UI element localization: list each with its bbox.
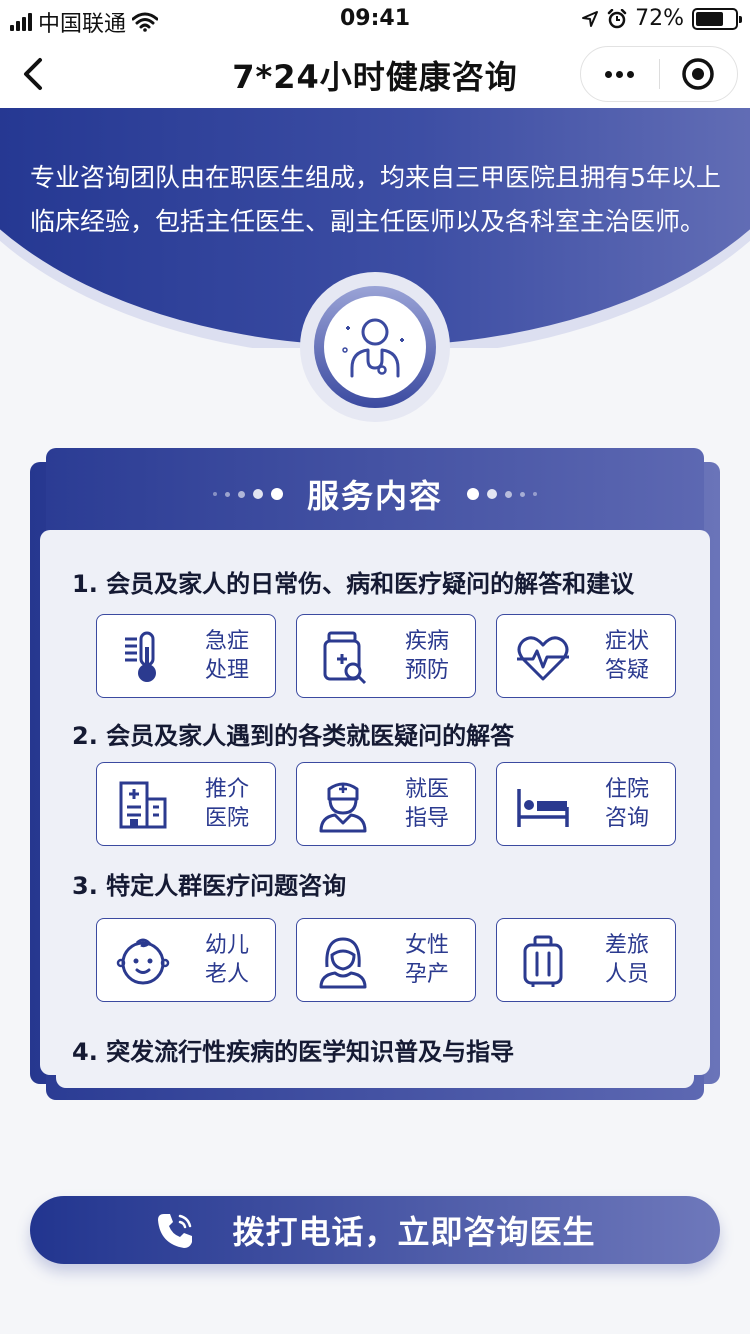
- service-tile-hospital[interactable]: 推介 医院: [96, 762, 276, 846]
- hospital-icon: [119, 781, 167, 829]
- dot: [616, 70, 624, 78]
- tile-label: 疾病 预防: [404, 629, 449, 683]
- medicine-bottle-icon: [323, 631, 367, 685]
- hero-description: 专业咨询团队由在职医生组成，均来自三甲医院且拥有5年以上临床经验，包括主任医生、…: [30, 163, 721, 236]
- section-heading-1: 1. 会员及家人的日常伤、病和医疗疑问的解答和建议: [72, 570, 635, 598]
- tile-label: 差旅 人员: [604, 933, 649, 987]
- woman-icon: [319, 937, 367, 989]
- close-button[interactable]: [660, 47, 738, 101]
- right-dots: [467, 488, 537, 500]
- section-heading-4: 4. 突发流行性疾病的医学知识普及与指导: [72, 1038, 515, 1066]
- phone-icon: [158, 1214, 193, 1248]
- card-header: 服务内容: [46, 456, 704, 532]
- battery-percent: 72%: [635, 6, 684, 31]
- doctor-avatar: [300, 272, 450, 422]
- service-tile-prevention[interactable]: 疾病 预防: [296, 614, 476, 698]
- tile-label: 就医 指导: [404, 777, 449, 831]
- more-button[interactable]: [581, 47, 659, 101]
- tile-label: 症状 答疑: [604, 629, 649, 683]
- call-doctor-button[interactable]: 拨打电话，立即咨询医生: [30, 1196, 720, 1264]
- avatar-ring: [314, 286, 436, 408]
- mini-program-capsule: [580, 46, 738, 102]
- thermometer-icon: [125, 631, 156, 682]
- tile-label: 住院 咨询: [604, 777, 649, 831]
- tile-label: 女性 孕产: [404, 933, 449, 987]
- battery-level: [696, 11, 724, 26]
- heartbeat-icon: [517, 636, 569, 681]
- status-right: 72%: [581, 6, 742, 31]
- bed-icon: [517, 789, 569, 827]
- section-heading-2: 2. 会员及家人遇到的各类就医疑问的解答: [72, 722, 515, 750]
- tile-label: 急症 处理: [204, 629, 249, 683]
- card-body-bottom: [56, 1070, 694, 1088]
- alarm-icon: [607, 8, 627, 28]
- luggage-icon: [523, 935, 563, 987]
- nav-bar: 7*24小时健康咨询: [0, 40, 750, 108]
- service-tile-travelers[interactable]: 差旅 人员: [496, 918, 676, 1002]
- tile-label: 幼儿 老人: [204, 933, 249, 987]
- baby-icon: [116, 938, 170, 985]
- battery-icon: [692, 7, 742, 30]
- service-tile-children-elderly[interactable]: 幼儿 老人: [96, 918, 276, 1002]
- service-tile-emergency[interactable]: 急症 处理: [96, 614, 276, 698]
- service-tile-inpatient[interactable]: 住院 咨询: [496, 762, 676, 846]
- card-title: 服务内容: [306, 477, 443, 515]
- status-bar: 中国联通 09:41 72%: [0, 0, 750, 40]
- tile-label: 推介 医院: [204, 777, 249, 831]
- avatar-inner: [324, 296, 426, 398]
- dot: [605, 70, 613, 78]
- service-tile-women-pregnancy[interactable]: 女性 孕产: [296, 918, 476, 1002]
- service-tile-symptoms[interactable]: 症状 答疑: [496, 614, 676, 698]
- doctor-icon: [342, 318, 404, 378]
- left-dots: [212, 488, 283, 500]
- call-button-label: 拨打电话，立即咨询医生: [232, 1213, 596, 1251]
- dot: [627, 70, 635, 78]
- location-icon: [582, 10, 599, 27]
- service-tile-guidance[interactable]: 就医 指导: [296, 762, 476, 846]
- nurse-icon: [319, 782, 367, 833]
- close-target-icon: [682, 58, 714, 90]
- section-heading-3: 3. 特定人群医疗问题咨询: [72, 872, 347, 900]
